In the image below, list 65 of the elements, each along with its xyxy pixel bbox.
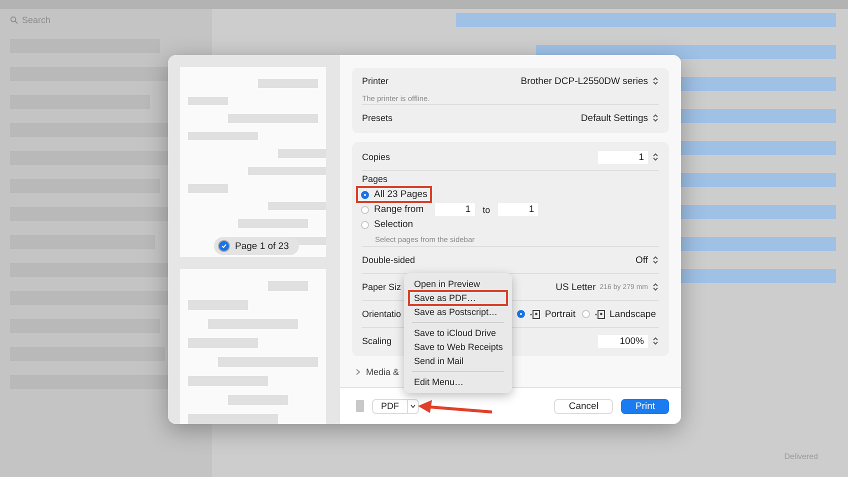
blurred-text [238,219,308,228]
blurred-text [268,202,326,210]
cancel-button[interactable]: Cancel [554,398,614,414]
orientation-option[interactable]: Portrait [514,308,579,320]
caret-icon[interactable] [407,400,418,412]
page-option[interactable]: Selection [358,218,416,231]
setting-label: Double-sided [362,255,416,265]
radio-button[interactable] [361,206,369,214]
blurred-text [188,96,228,105]
stepper-icon[interactable] [652,336,659,346]
checkmark-icon [221,243,227,249]
search-icon [10,16,18,24]
blurred-text [278,149,326,158]
page-preview[interactable]: Page 1 of 23 [180,67,326,257]
blurred-text [188,338,258,348]
print-button[interactable]: Print [621,398,669,414]
radio-button[interactable] [582,310,590,318]
setting-select[interactable]: Off [636,254,659,266]
menu-item[interactable]: Save to Web Receipts [410,341,506,353]
menu-item[interactable]: Send in Mail [410,355,506,367]
copies-label: Copies [362,152,390,162]
stepper-icon[interactable] [652,113,659,123]
chevron-right-icon[interactable] [356,369,360,375]
blurred-text [268,281,308,291]
pages-heading: Pages [362,174,388,184]
stepper-icon[interactable] [652,76,659,86]
printer-icon [356,400,364,412]
scaling-field[interactable]: 100% [598,334,648,348]
radio-button[interactable] [516,310,525,318]
printer-select[interactable]: Brother DCP-L2550DW series [520,76,659,86]
page-label: Page 1 of 23 [235,240,289,252]
blurred-text [188,132,258,140]
presets-select[interactable]: Default Settings [580,112,659,124]
page-badge[interactable]: Page 1 of 23 [214,237,299,255]
blurred-text [258,79,318,88]
radio-button[interactable] [361,190,369,198]
blurred-text [188,184,228,192]
pdf-menu-button[interactable]: PDF [372,398,419,414]
blurred-text [188,300,248,310]
menu-item[interactable]: Edit Menu… [410,376,506,388]
orientation-option[interactable]: Landscape [578,308,659,320]
page-option[interactable]: Range from [358,203,427,216]
page-option[interactable]: All 23 Pages [358,188,430,201]
menu-item[interactable]: Save to iCloud Drive [410,327,506,339]
stepper-icon[interactable] [652,255,659,265]
range-to-field[interactable]: 1 [498,203,538,216]
range-from-field[interactable]: 1 [434,203,475,216]
blurred-text [228,395,288,405]
setting-label: Scaling [362,336,392,346]
range-to-label: to [482,204,490,214]
menu-item[interactable]: Save as Postscript… [410,306,506,318]
radio-button[interactable] [361,220,369,228]
page-checkbox[interactable] [218,240,230,252]
stepper-icon[interactable] [652,282,659,292]
setting-label: Paper Siz [362,282,402,292]
presets-label: Presets [362,113,393,123]
stepper-icon[interactable] [652,152,659,162]
orientation-icon [594,310,605,318]
orientation-icon [530,310,540,318]
copies-field[interactable]: 1 [598,150,648,164]
menu-item[interactable]: Open in Preview [410,278,506,290]
media-disclosure[interactable]: Media & [366,367,400,377]
setting-label: Orientatio [362,309,402,319]
printer-label: Printer [362,76,389,86]
menu-item[interactable]: Save as PDF… [410,292,506,304]
